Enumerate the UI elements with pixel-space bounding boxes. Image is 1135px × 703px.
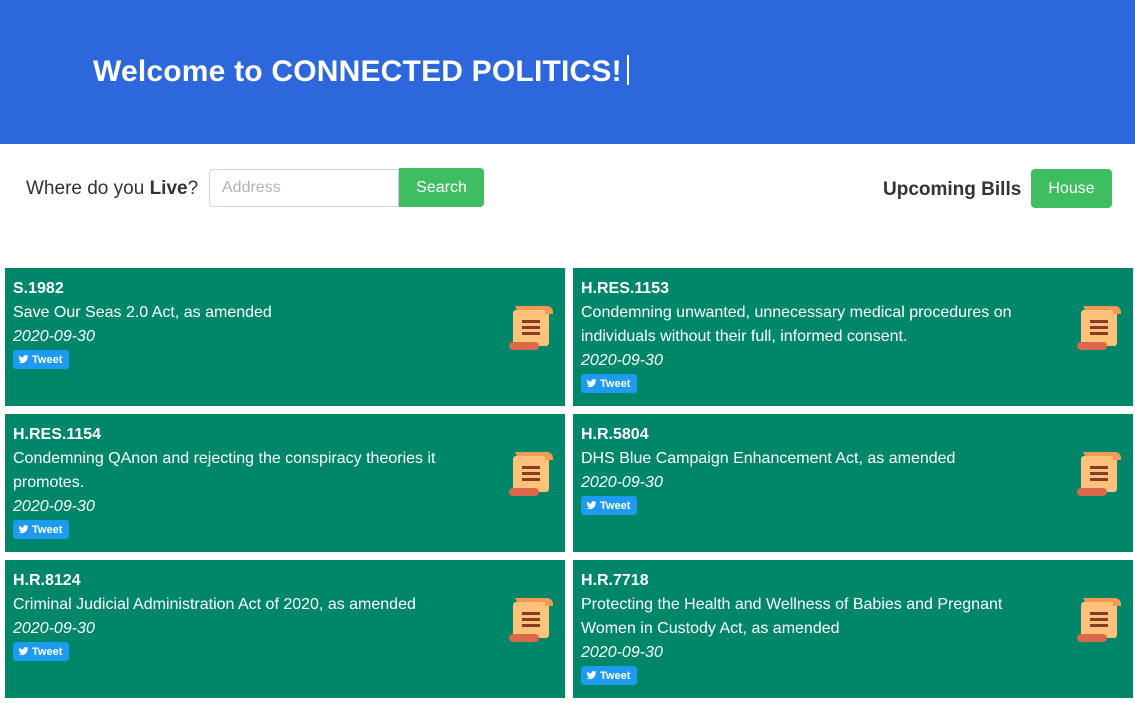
scroll-icon bbox=[1073, 592, 1125, 644]
twitter-bird-icon bbox=[586, 670, 597, 681]
address-label-suffix: ? bbox=[187, 178, 199, 199]
tweet-button[interactable]: Tweet bbox=[13, 350, 70, 369]
bill-id: H.RES.1153 bbox=[581, 280, 670, 297]
bill-title: DHS Blue Campaign Enhancement Act, as am… bbox=[581, 450, 956, 467]
page-title-text: Welcome to CONNECTED POLITICS! bbox=[93, 55, 622, 88]
bill-card: H.R.7718 Protecting the Health and Wellne… bbox=[573, 560, 1133, 698]
bill-date: 2020-09-30 bbox=[581, 644, 663, 661]
page-title: Welcome to CONNECTED POLITICS! bbox=[93, 55, 629, 89]
tweet-label: Tweet bbox=[32, 645, 63, 658]
address-label-bold: Live bbox=[149, 178, 188, 199]
scroll-icon bbox=[505, 300, 557, 352]
address-label: Where do you Live? bbox=[26, 178, 198, 200]
twitter-bird-icon bbox=[18, 524, 29, 535]
twitter-bird-icon bbox=[586, 500, 597, 511]
bill-id: H.R.5804 bbox=[581, 426, 649, 443]
bill-card: H.R.8124 Criminal Judicial Administration… bbox=[5, 560, 565, 698]
twitter-bird-icon bbox=[18, 354, 29, 365]
bill-date: 2020-09-30 bbox=[581, 352, 663, 369]
tweet-label: Tweet bbox=[32, 523, 63, 536]
scroll-icon bbox=[1073, 300, 1125, 352]
bill-id: H.R.7718 bbox=[581, 572, 649, 589]
bill-title: Criminal Judicial Administration Act of … bbox=[13, 596, 416, 613]
tweet-label: Tweet bbox=[600, 499, 631, 512]
bill-title: Condemning QAnon and rejecting the consp… bbox=[13, 450, 436, 491]
house-button[interactable]: House bbox=[1031, 169, 1112, 208]
tweet-label: Tweet bbox=[600, 377, 631, 390]
bill-card: H.RES.1153 Condemning unwanted, unnecessa… bbox=[573, 268, 1133, 406]
tweet-button[interactable]: Tweet bbox=[581, 374, 638, 393]
bill-title: Condemning unwanted, unnecessary medical… bbox=[581, 304, 1012, 345]
search-button[interactable]: Search bbox=[399, 168, 484, 207]
hero-banner: Welcome to CONNECTED POLITICS! bbox=[0, 0, 1135, 144]
tweet-button[interactable]: Tweet bbox=[13, 642, 70, 661]
bill-date: 2020-09-30 bbox=[581, 474, 663, 491]
controls-bar: Where do you Live? Search Upcoming Bills… bbox=[0, 168, 1135, 208]
upcoming-bills-label: Upcoming Bills bbox=[883, 179, 1022, 200]
bill-id: H.R.8124 bbox=[13, 572, 81, 589]
twitter-bird-icon bbox=[18, 646, 29, 657]
tweet-label: Tweet bbox=[32, 353, 63, 366]
scroll-icon bbox=[1073, 446, 1125, 498]
text-cursor bbox=[626, 55, 629, 85]
scroll-icon bbox=[505, 446, 557, 498]
bill-date: 2020-09-30 bbox=[13, 328, 95, 345]
bill-id: S.1982 bbox=[13, 280, 64, 297]
bill-date: 2020-09-30 bbox=[13, 498, 95, 515]
tweet-button[interactable]: Tweet bbox=[581, 496, 638, 515]
tweet-button[interactable]: Tweet bbox=[581, 666, 638, 685]
tweet-button[interactable]: Tweet bbox=[13, 520, 70, 539]
tweet-label: Tweet bbox=[600, 669, 631, 682]
bill-card: S.1982 Save Our Seas 2.0 Act, as amended 2… bbox=[5, 268, 565, 406]
scroll-icon bbox=[505, 592, 557, 644]
address-label-prefix: Where do you bbox=[26, 178, 150, 199]
address-input[interactable] bbox=[209, 169, 399, 207]
bill-card: H.R.5804 DHS Blue Campaign Enhancement Ac… bbox=[573, 414, 1133, 552]
bill-date: 2020-09-30 bbox=[13, 620, 95, 637]
bill-title: Save Our Seas 2.0 Act, as amended bbox=[13, 304, 272, 321]
bill-card: H.RES.1154 Condemning QAnon and rejecting… bbox=[5, 414, 565, 552]
twitter-bird-icon bbox=[586, 378, 597, 389]
bill-title: Protecting the Health and Wellness of Ba… bbox=[581, 596, 1003, 637]
bill-id: H.RES.1154 bbox=[13, 426, 102, 443]
